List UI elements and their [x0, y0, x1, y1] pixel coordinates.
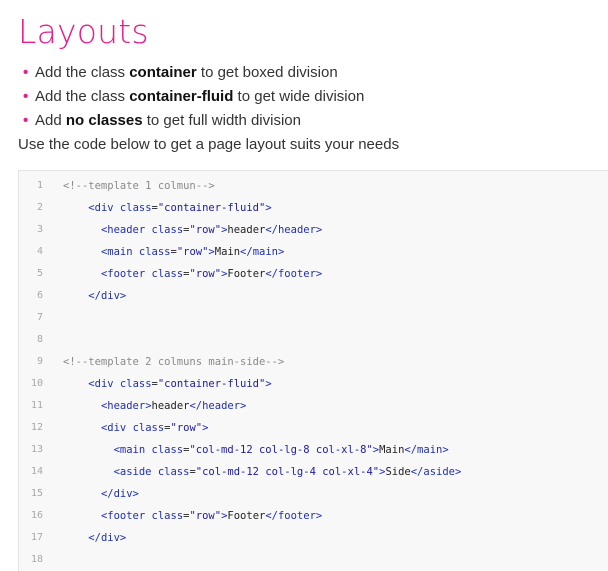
list-item: • Add the class container-fluid to get wi… [18, 85, 364, 109]
line-number: 13 [30, 444, 43, 455]
line-number: 7 [36, 312, 43, 323]
code-text: <!--template 1 colmun--> [63, 180, 215, 192]
code-line: 6 </div> [19, 285, 608, 307]
code-block[interactable]: 1 <!--template 1 colmun--> 2 <div class="c… [18, 170, 608, 571]
code-text: <main class="col-md-12 col-lg-8 col-xl-8… [113, 444, 449, 456]
code-text: <!--template 2 colmuns main-side--> [63, 356, 285, 368]
line-number: 3 [36, 224, 43, 235]
bullet-icon: • [23, 64, 29, 81]
code-line: 11 <header>header</header> [19, 395, 608, 417]
intro-text: Use the code below to get a page layout … [18, 136, 400, 153]
line-number: 5 [36, 268, 43, 279]
code-text: <div class="container-fluid"> [88, 202, 272, 214]
code-text: <header>header</header> [100, 400, 247, 412]
code-line: 17 </div> [19, 527, 608, 549]
line-number: 6 [36, 290, 43, 301]
code-line: 15 </div> [19, 483, 608, 505]
line-number: 9 [36, 356, 43, 367]
line-number: 15 [30, 488, 43, 499]
line-number: 18 [30, 554, 43, 565]
bullet-icon: • [23, 112, 29, 129]
code-line: 4 <main class="row">Main</main> [19, 241, 608, 263]
line-number: 10 [30, 378, 43, 389]
code-line: 3 <header class="row">header</header> [19, 219, 608, 241]
code-line: 18 [19, 549, 608, 571]
line-number: 17 [30, 532, 43, 543]
code-line: 9 <!--template 2 colmuns main-side--> [19, 351, 608, 373]
code-line: 7 [19, 307, 608, 329]
line-number: 12 [30, 422, 43, 433]
code-line: 2 <div class="container-fluid"> [19, 197, 608, 219]
code-text: <footer class="row">Footer</footer> [100, 268, 323, 280]
tip-keyword: container [129, 64, 197, 81]
code-text: <div class="container-fluid"> [88, 378, 272, 390]
tip-text: Add [35, 112, 66, 129]
line-number: 14 [30, 466, 43, 477]
layout-tips-list: • Add the class container to get boxed di… [18, 61, 364, 133]
line-number: 11 [30, 400, 43, 411]
tip-text: to get wide division [233, 88, 365, 105]
code-text: </div> [88, 290, 127, 302]
bullet-icon: • [23, 88, 29, 105]
code-text: <div class="row"> [100, 422, 209, 434]
code-line: 13 <main class="col-md-12 col-lg-8 col-x… [19, 439, 608, 461]
tip-text: Add the class [35, 88, 130, 105]
tip-text: to get boxed division [196, 64, 338, 81]
code-line: 1 <!--template 1 colmun--> [19, 175, 608, 197]
line-number: 2 [36, 202, 43, 213]
code-text: <footer class="row">Footer</footer> [100, 510, 323, 522]
code-text: <main class="row">Main</main> [100, 246, 285, 258]
code-line: 12 <div class="row"> [19, 417, 608, 439]
code-text: <header class="row">header</header> [100, 224, 323, 236]
code-line: 8 [19, 329, 608, 351]
code-text: </div> [88, 532, 127, 544]
line-number: 8 [36, 334, 43, 345]
line-number: 1 [36, 180, 43, 191]
code-line: 14 <aside class="col-md-12 col-lg-4 col-… [19, 461, 608, 483]
list-item: • Add the class container to get boxed di… [18, 61, 364, 85]
line-number: 4 [36, 246, 43, 257]
tip-text: to get full width division [142, 112, 301, 129]
code-text: <aside class="col-md-12 col-lg-4 col-xl-… [113, 466, 462, 478]
tip-keyword: container-fluid [129, 88, 234, 105]
code-line: 5 <footer class="row">Footer</footer> [19, 263, 608, 285]
code-line: 10 <div class="container-fluid"> [19, 373, 608, 395]
line-number: 16 [30, 510, 43, 521]
list-item: • Add no classes to get full width divisi… [18, 109, 364, 133]
tip-keyword: no classes [65, 112, 143, 129]
code-line: 16 <footer class="row">Footer</footer> [19, 505, 608, 527]
page-title: Layouts [18, 12, 149, 51]
tip-text: Add the class [35, 64, 130, 81]
code-text: </div> [100, 488, 139, 500]
